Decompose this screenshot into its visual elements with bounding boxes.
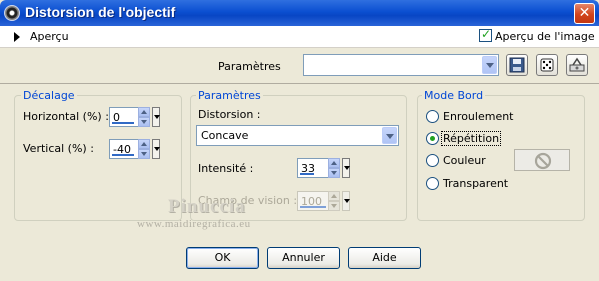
no-symbol-icon [534, 152, 552, 170]
radio-wrap-label[interactable]: Enroulement [443, 110, 514, 123]
app-icon [4, 5, 20, 21]
distortion-dropdown[interactable]: Concave [196, 125, 399, 146]
horizontal-input[interactable]: 0 [109, 107, 150, 127]
field-of-view-underline [300, 206, 326, 208]
watermark-name: Pinuccia [168, 196, 246, 217]
spin-down-icon [328, 201, 340, 211]
window-title: Distorsion de l'objectif [25, 4, 176, 20]
intensity-underline [300, 173, 314, 175]
field-of-view-input: 100 [297, 191, 340, 211]
intensity-dropdown-arrow-icon[interactable] [342, 158, 350, 178]
presets-label: Paramètres [218, 60, 281, 73]
edge-mode-group-title: Mode Bord [422, 89, 486, 102]
intensity-label: Intensité : [198, 162, 254, 175]
spin-up-icon[interactable] [138, 139, 150, 149]
preview-toggle-label[interactable]: Aperçu [30, 30, 69, 43]
horizontal-dropdown-arrow-icon[interactable] [152, 107, 160, 127]
edge-color-swatch[interactable] [514, 149, 570, 171]
chevron-down-icon[interactable] [482, 56, 497, 74]
offset-group-title: Décalage [21, 89, 77, 102]
randomize-button[interactable] [536, 54, 558, 76]
intensity-input[interactable]: 33 [297, 158, 340, 178]
reset-icon [569, 57, 585, 72]
vertical-dropdown-arrow-icon[interactable] [152, 139, 160, 159]
spin-down-icon[interactable] [138, 117, 150, 127]
field-of-view-dropdown-arrow-icon [342, 191, 350, 211]
radio-color-label[interactable]: Couleur [443, 154, 486, 167]
spin-down-icon[interactable] [328, 168, 340, 178]
radio-transparent[interactable] [426, 177, 439, 190]
horizontal-spinner[interactable] [138, 107, 150, 127]
intensity-spinner[interactable] [328, 158, 340, 178]
radio-repeat-label[interactable]: Répétition [441, 131, 502, 146]
horizontal-label: Horizontal (%) : [23, 110, 109, 123]
radio-wrap[interactable] [426, 110, 439, 123]
image-preview-checkbox[interactable] [479, 27, 492, 42]
vertical-spinner[interactable] [138, 139, 150, 159]
chevron-down-icon[interactable] [382, 127, 397, 144]
watermark-url: www.maidiregrafica.eu [137, 218, 251, 230]
vertical-underline [112, 154, 134, 156]
presets-dropdown[interactable] [303, 54, 499, 76]
radio-color[interactable] [426, 154, 439, 167]
spin-up-icon [328, 191, 340, 201]
help-button[interactable]: Aide [348, 247, 421, 269]
radio-repeat[interactable] [426, 132, 439, 145]
separator [0, 83, 599, 84]
field-of-view-spinner [328, 191, 340, 211]
close-button[interactable]: ✕ [574, 3, 595, 24]
close-icon: ✕ [578, 5, 591, 21]
horizontal-underline [112, 122, 134, 124]
reset-button[interactable] [566, 54, 588, 76]
save-icon [509, 57, 525, 73]
cancel-button[interactable]: Annuler [267, 247, 340, 269]
distortion-value: Concave [201, 129, 249, 142]
spin-up-icon[interactable] [138, 107, 150, 117]
distortion-label: Distorsion : [198, 108, 261, 121]
spin-up-icon[interactable] [328, 158, 340, 168]
dice-icon [540, 58, 554, 72]
ok-button[interactable]: OK [186, 247, 259, 269]
parameters-group-title: Paramètres [196, 89, 263, 102]
save-preset-button[interactable] [506, 54, 528, 76]
vertical-label: Vertical (%) : [23, 142, 94, 155]
image-preview-label[interactable]: Aperçu de l'image [495, 30, 595, 43]
expand-triangle-icon[interactable] [14, 32, 20, 42]
vertical-input[interactable]: -40 [109, 139, 150, 159]
radio-transparent-label[interactable]: Transparent [443, 177, 508, 190]
spin-down-icon[interactable] [138, 149, 150, 159]
